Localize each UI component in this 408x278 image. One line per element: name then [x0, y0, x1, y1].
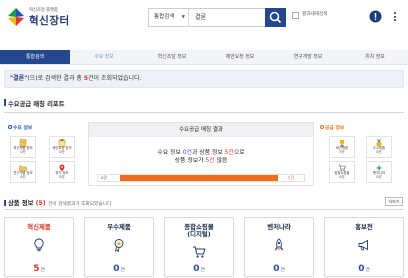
card-promotion[interactable]: 홍보전 0건 — [324, 217, 404, 277]
card-venture-title: 벤처나라 — [267, 223, 291, 231]
card-innovation[interactable]: 혁신제품 5건 — [4, 217, 74, 277]
card-innovation-count: 5 — [33, 264, 40, 274]
card-innovation-count-wrap: 5건 — [5, 264, 73, 274]
report-title: 수요공급 매칭 리포트 — [8, 101, 65, 108]
tab-integrated-search[interactable]: 통합검색 — [0, 50, 70, 64]
logo-title[interactable]: 혁신장터 — [29, 13, 70, 28]
card-promotion-count: 0 — [358, 264, 365, 274]
product-info-subtitle: 건이 검색결과가 조회되었습니다. — [47, 202, 113, 207]
search-icon — [269, 11, 282, 24]
card-mall-count: 0 — [193, 264, 200, 274]
demand-location-item[interactable]: 위치 정보 0건 — [49, 161, 75, 183]
alert-text-2: 건이 조회되었습니다. — [88, 75, 142, 82]
supply-dot-icon — [320, 125, 324, 129]
search-result-alert: "결론"(으)로 검색한 결과 총 5건이 조회되었습니다. — [4, 70, 404, 88]
card-venture-count-wrap: 0건 — [245, 264, 313, 274]
result-search-checkbox[interactable] — [292, 12, 299, 19]
chevron-down-icon: ▼ — [181, 15, 185, 20]
card-venture-count: 0 — [273, 264, 280, 274]
supply-innovation-item[interactable]: 혁신제품 5건 — [329, 136, 355, 158]
supply-mall-item[interactable]: 종합쇼핑몰 0건 — [329, 161, 355, 183]
megaphone-icon — [358, 239, 368, 251]
report-divider — [4, 112, 404, 113]
supply-mall-count: 0건 — [339, 174, 345, 179]
demand-innovation-item[interactable]: 혁신제품 정보 0건 — [10, 136, 36, 158]
msg2-c: 많음 — [214, 158, 228, 164]
demand-label-text: 수요 정보 — [13, 126, 33, 131]
demand-proposal-item[interactable]: 제안요청 정보 0건 — [49, 136, 75, 158]
card-excellent-title: 우수제품 — [107, 223, 131, 231]
progress-fill — [120, 175, 278, 181]
search-category-value: 통합검색 — [154, 14, 175, 20]
award-icon — [114, 239, 124, 252]
product-divider — [4, 209, 404, 210]
card-excellent-count-wrap: 0건 — [85, 264, 153, 274]
demand-label: 수요 정보 — [8, 124, 32, 131]
logo-icon[interactable] — [6, 7, 26, 27]
card-venture-unit: 건 — [280, 268, 285, 273]
card-mall-count-wrap: 0건 — [165, 264, 233, 274]
card-mall[interactable]: 종합쇼핑몰 (디지털) 0건 — [164, 217, 234, 277]
tab-innovation-info[interactable]: 혁신조달 정보 — [138, 50, 206, 64]
product-info-header: 상품 정보 (5) 건이 검색결과가 조회되었습니다. — [4, 198, 113, 207]
supply-venture-item[interactable]: 벤처나라 0건 — [366, 161, 392, 183]
card-innovation-title: 혁신제품 — [27, 223, 51, 231]
card-promotion-title: 홍보전 — [355, 223, 373, 231]
demand-location-count: 0건 — [59, 174, 65, 179]
more-button[interactable]: 더보기 — [385, 197, 403, 206]
card-mall-name-2: (디지털) — [187, 230, 211, 238]
product-info-count: (5) — [35, 200, 46, 207]
search-button[interactable] — [265, 8, 286, 27]
result-search-label: 결과내재검색 — [302, 12, 328, 17]
card-venture[interactable]: 벤처나라 0건 — [244, 217, 314, 277]
search-input[interactable]: 결론 — [195, 9, 206, 26]
demand-innovation-count: 0건 — [20, 149, 26, 154]
supply-excellent-item[interactable]: 우수제품 0건 — [366, 136, 392, 158]
supply-venture-count: 0건 — [376, 174, 382, 179]
card-mall-unit: 건 — [200, 268, 205, 273]
card-excellent[interactable]: 우수제품 0건 — [84, 217, 154, 277]
card-excellent-count: 0 — [113, 264, 120, 274]
search-category-select[interactable]: 통합검색 ▼ — [149, 9, 189, 26]
matching-message-line-2: 상품 정보가 5건 많음 — [89, 155, 313, 164]
msg2-a: 상품 정보가 — [174, 158, 206, 164]
product-info-title: 상품 정보 — [8, 200, 36, 207]
section-marker — [4, 99, 6, 106]
section-bullet — [4, 200, 6, 206]
demand-proposal-count: 0건 — [59, 149, 65, 154]
card-promotion-unit: 건 — [365, 268, 370, 273]
demand-dot-icon — [8, 125, 12, 129]
search-bar: 통합검색 ▼ 결론 — [148, 8, 286, 27]
header: 혁신조달 플랫폼 혁신장터 통합검색 ▼ 결론 결과내재검색 — [0, 0, 408, 36]
msg2-diff-count: 5건 — [205, 158, 215, 164]
tab-location-info[interactable]: 위치 정보 — [342, 50, 408, 64]
rocket-icon — [274, 238, 284, 251]
card-mall-title: 종합쇼핑몰 (디지털) — [165, 224, 233, 238]
lightbulb-icon — [34, 238, 44, 252]
tab-rnd-info[interactable]: 연구개발 정보 — [274, 50, 342, 64]
card-promotion-count-wrap: 0건 — [325, 264, 403, 274]
card-excellent-unit: 건 — [120, 268, 125, 273]
tab-demand-info[interactable]: 수요 정보 — [70, 50, 138, 64]
more-menu-icon[interactable] — [392, 11, 398, 23]
supply-innovation-count: 5건 — [339, 149, 345, 154]
alert-text: (으)로 검색한 결과 총 — [27, 75, 84, 82]
supply-label-text: 공급 정보 — [325, 126, 345, 131]
card-innovation-unit: 건 — [40, 268, 45, 273]
shopping-cart-icon — [193, 246, 206, 258]
progress-supply-label: 5건 — [278, 175, 304, 181]
info-icon[interactable] — [369, 10, 382, 23]
matching-result-title: 수요공급 매칭 결과 — [89, 123, 313, 137]
alert-keyword: 결론 — [13, 75, 25, 82]
matching-result-panel: 수요공급 매칭 결과 수요 정보 0건과 상품 정보 5건으로 상품 정보가 5… — [88, 122, 314, 186]
matching-progress-bar: 0건 5건 — [97, 174, 305, 182]
demand-rnd-count: 0건 — [20, 174, 26, 179]
demand-rnd-item[interactable]: 연구개발 정보 0건 — [10, 161, 36, 183]
supply-label: 공급 정보 — [320, 124, 344, 131]
tab-proposal-info[interactable]: 제안요청 정보 — [206, 50, 274, 64]
supply-excellent-count: 0건 — [376, 149, 382, 154]
tab-bar: 통합검색 수요 정보 혁신조달 정보 제안요청 정보 연구개발 정보 위치 정보 — [0, 50, 408, 65]
